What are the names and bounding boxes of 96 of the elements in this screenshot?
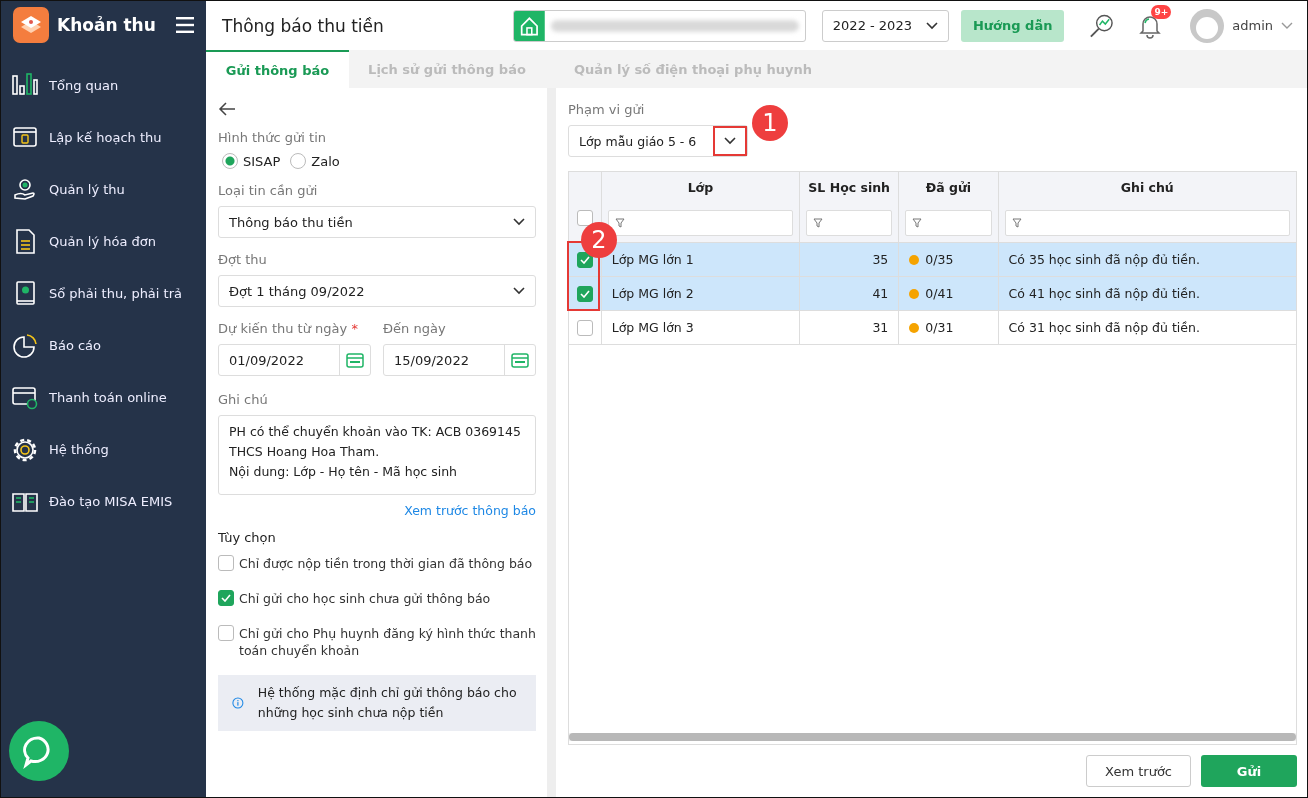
radio-button[interactable] xyxy=(222,153,238,169)
check-icon xyxy=(579,255,590,264)
chevron-down-icon xyxy=(925,21,938,30)
scrollbar-thumb[interactable] xyxy=(569,733,1296,741)
sidebar-item[interactable]: Sổ phải thu, phải trả xyxy=(1,267,206,319)
notification-badge: 9+ xyxy=(1151,4,1172,19)
radio-option[interactable]: SISAP xyxy=(222,153,281,169)
filter-field[interactable] xyxy=(607,210,794,236)
checkbox-label[interactable]: Chỉ gửi cho học sinh chưa gửi thông báo xyxy=(239,590,491,607)
field-label: Loại tin cần gửi xyxy=(218,183,319,198)
field-label: Đợt thu xyxy=(218,252,268,267)
chevron-down-icon xyxy=(724,137,736,145)
avatar-icon xyxy=(1190,8,1225,43)
chevron-down-icon xyxy=(513,218,525,226)
sidebar-item[interactable]: Đào tạo MISA EMIS xyxy=(1,475,206,527)
school-field[interactable] xyxy=(513,9,806,42)
note-textarea[interactable]: PH có thể chuyển khoản vào TK: ACB 0369145 THCS Hoang Hoa Tham. Nội dung: Lớp - Họ tên - Mã học sinh xyxy=(218,415,536,495)
user-menu[interactable]: admin xyxy=(1190,8,1293,43)
table-cell: Lớp MG lớn 3 xyxy=(611,320,694,335)
status-dot-icon xyxy=(909,288,920,299)
sidebar-item[interactable]: Thanh toán online xyxy=(1,371,206,423)
checkbox[interactable] xyxy=(576,210,593,226)
check-icon xyxy=(579,289,590,298)
table-cell: 31 xyxy=(872,320,889,335)
preview-link[interactable]: Xem trước thông báo xyxy=(404,503,536,518)
sidebar-item[interactable]: Lập kế hoạch thu xyxy=(1,111,206,163)
checkbox[interactable] xyxy=(218,590,234,606)
sidebar-item[interactable]: Quản lý hóa đơn xyxy=(1,215,206,267)
column-header: Lớp xyxy=(686,180,715,195)
checkbox[interactable] xyxy=(576,319,593,336)
field-label: Dự kiến thu từ ngày * xyxy=(218,321,359,336)
message-type-dropdown[interactable]: Thông báo thu tiền xyxy=(218,206,536,238)
card-check-icon xyxy=(11,384,39,410)
back-arrow-icon xyxy=(218,102,236,116)
status-dot-icon xyxy=(909,322,920,333)
chevron-down-icon xyxy=(513,287,525,295)
section-label: Tùy chọn xyxy=(218,530,277,545)
chat-icon xyxy=(9,721,69,781)
table-cell: 0/41 xyxy=(925,286,954,301)
info-text: Hệ thống mặc định chỉ gửi thông báo cho những học sinh chưa nộp tiền xyxy=(257,684,518,722)
filter-field[interactable] xyxy=(806,210,893,236)
sidebar-item[interactable]: Báo cáo xyxy=(1,319,206,371)
filter-icon xyxy=(614,218,625,228)
app-title: Khoản thu xyxy=(57,15,157,35)
column-header: Ghi chú xyxy=(1119,180,1175,195)
column-header: Đã gửi xyxy=(924,180,973,195)
field-label: Hình thức gửi tin xyxy=(218,130,328,145)
filter-icon xyxy=(1011,218,1022,228)
filter-icon xyxy=(813,218,824,228)
home-icon xyxy=(514,10,545,41)
period-dropdown[interactable]: Đợt 1 tháng 09/2022 xyxy=(218,275,536,307)
table-cell: Có 41 học sinh đã nộp đủ tiền. xyxy=(1008,286,1200,301)
checkbox-label[interactable]: Chỉ được nộp tiền trong thời gian đã thông báo xyxy=(239,555,533,572)
tab[interactable]: Gửi thông báo xyxy=(206,50,349,88)
sidebar-item[interactable]: Hệ thống xyxy=(1,423,206,475)
radio-option[interactable]: Zalo xyxy=(290,153,340,169)
checkbox[interactable] xyxy=(218,625,234,641)
preview-button[interactable]: Xem trước xyxy=(1086,755,1191,787)
pie-chart-icon xyxy=(11,332,39,358)
field-label: Đến ngày xyxy=(383,321,447,336)
bar-chart-icon xyxy=(11,72,39,98)
filter-field[interactable] xyxy=(905,210,992,236)
page-title: Thông báo thu tiền xyxy=(222,15,385,36)
sidebar-item[interactable]: Tổng quan xyxy=(1,59,206,111)
field-label: Ghi chú xyxy=(218,392,269,407)
checkbox-label[interactable]: Chỉ gửi cho Phụ huynh đăng ký hình thức thanh toán chuyển khoản xyxy=(239,625,536,659)
field-label: Phạm vi gửi xyxy=(568,102,646,117)
table-cell: Có 35 học sinh đã nộp đủ tiền. xyxy=(1008,252,1200,267)
date-field[interactable]: 15/09/2022 xyxy=(383,344,536,376)
checkbox[interactable] xyxy=(218,555,234,571)
callout-number: 1 xyxy=(752,105,788,141)
sidebar-item[interactable]: Quản lý thu xyxy=(1,163,206,215)
scope-dropdown[interactable]: Lớp mẫu giáo 5 - 6 xyxy=(568,125,748,157)
status-dot-icon xyxy=(909,254,920,265)
year-dropdown[interactable]: 2022 - 2023 xyxy=(821,9,949,42)
filter-field[interactable] xyxy=(1004,210,1290,236)
table-cell: Có 31 học sinh đã nộp đủ tiền. xyxy=(1008,320,1200,335)
gear-icon xyxy=(11,436,39,462)
table-cell: 41 xyxy=(872,286,889,301)
check-icon xyxy=(221,594,231,602)
checkbox[interactable] xyxy=(576,251,593,268)
calendar-icon xyxy=(346,352,364,368)
calendar-icon xyxy=(511,352,529,368)
menu-icon xyxy=(176,17,194,33)
chevron-down-icon xyxy=(1281,21,1293,30)
column-header: SL Học sinh xyxy=(807,180,891,195)
table-cell: Lớp MG lớn 2 xyxy=(611,286,694,301)
table-row[interactable]: Lớp MG lớn 2 41 0/41 Có 41 học sinh đã nộp đủ tiền. xyxy=(569,277,1296,311)
date-field[interactable]: 01/09/2022 xyxy=(218,344,371,376)
table-row[interactable]: Lớp MG lớn 3 31 0/31 Có 31 học sinh đã nộp đủ tiền. xyxy=(569,311,1296,345)
app-logo-icon xyxy=(13,7,49,43)
table-cell: 0/35 xyxy=(925,252,954,267)
table-cell: 35 xyxy=(872,252,889,267)
filter-icon xyxy=(912,218,923,228)
table-cell: 0/31 xyxy=(925,320,954,335)
checkbox[interactable] xyxy=(576,285,593,302)
